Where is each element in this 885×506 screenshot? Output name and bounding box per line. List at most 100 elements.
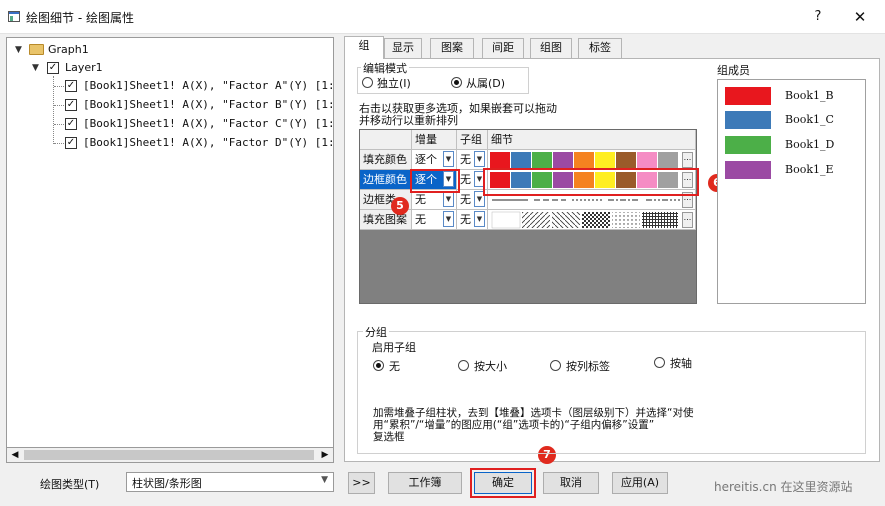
increment-cell[interactable]: 逐个 ▼ — [412, 150, 457, 170]
cancel-button[interactable]: 取消 — [543, 472, 599, 494]
help-button[interactable]: ? — [806, 6, 830, 28]
increment-value: 无 — [415, 193, 426, 206]
member-swatch — [725, 161, 771, 179]
radio-subgroup-none[interactable] — [373, 360, 384, 371]
ok-button[interactable]: 确定 — [474, 472, 532, 494]
plot-checkbox[interactable]: ✓ — [65, 137, 77, 149]
tree-node-plot[interactable]: [Book1]Sheet1! A(X), "Factor A"(Y) [1:4] — [83, 79, 333, 92]
scroll-thumb[interactable] — [24, 450, 314, 460]
plot-type-label: 绘图类型(T) — [40, 478, 100, 491]
radio-subgroup-size-label[interactable]: 按大小 — [474, 358, 507, 374]
ellipsis-button[interactable]: ... — [682, 212, 693, 228]
fill-pattern-preview[interactable]: ... — [488, 210, 696, 230]
radio-subgroup-column-label-text[interactable]: 按列标签 — [566, 358, 610, 374]
tree-guide-branch — [54, 105, 64, 106]
color-swatch — [595, 152, 615, 168]
grid-row-label-selected[interactable]: 边框颜色 — [360, 170, 412, 190]
layer-checkbox[interactable]: ✓ — [47, 62, 59, 74]
tree-node-layer[interactable]: Layer1 — [65, 61, 103, 74]
tree-node-plot[interactable]: [Book1]Sheet1! A(X), "Factor C"(Y) [1:4] — [83, 117, 333, 130]
tab-spacing[interactable]: 间距 — [482, 38, 524, 58]
color-swatch — [637, 152, 657, 168]
subgroup-value: 无 — [460, 173, 471, 186]
chevron-down-icon[interactable]: ▼ — [15, 45, 22, 55]
subgroup-note-3: 复选框 — [373, 431, 405, 443]
member-label[interactable]: Book1_C — [785, 113, 834, 126]
subgroup-title: 分组 — [363, 324, 389, 340]
plot-checkbox[interactable]: ✓ — [65, 80, 77, 92]
highlight-box-increment — [410, 169, 460, 193]
workbook-button[interactable]: 工作簿 — [388, 472, 462, 494]
fill-color-palette[interactable]: ... — [488, 150, 696, 170]
radio-subgroup-axis[interactable] — [654, 357, 665, 368]
color-swatch — [658, 152, 678, 168]
member-swatch — [725, 87, 771, 105]
window-title: 绘图细节 - 绘图属性 — [26, 11, 134, 25]
tab-display[interactable]: 显示 — [384, 38, 422, 58]
plot-checkbox[interactable]: ✓ — [65, 99, 77, 111]
radio-dependent[interactable] — [451, 77, 462, 88]
title-bar: 绘图细节 - 绘图属性 ? ✕ — [0, 0, 885, 34]
radio-subgroup-column-label[interactable] — [550, 360, 561, 371]
plot-checkbox[interactable]: ✓ — [65, 118, 77, 130]
tree-node-plot[interactable]: [Book1]Sheet1! A(X), "Factor D"(Y) [1:4] — [83, 136, 333, 149]
watermark: hereitis.cn 在这里资源站 — [714, 480, 853, 494]
subgroup-cell[interactable]: 无 ▼ — [457, 210, 488, 230]
members-title: 组成员 — [717, 64, 750, 77]
chevron-down-icon: ▼ — [321, 475, 328, 485]
radio-independent[interactable] — [362, 77, 373, 88]
chevron-down-icon[interactable]: ▼ — [443, 151, 454, 167]
ellipsis-button[interactable]: ... — [682, 152, 693, 168]
chevron-down-icon[interactable]: ▼ — [443, 211, 454, 227]
chevron-down-icon[interactable]: ▼ — [474, 211, 485, 227]
increment-cell[interactable]: 无 ▼ — [412, 210, 457, 230]
color-swatch — [532, 152, 552, 168]
tree-node-plot[interactable]: [Book1]Sheet1! A(X), "Factor B"(Y) [1:4] — [83, 98, 333, 111]
grid-header-detail: 细节 — [488, 130, 696, 150]
plot-type-value: 柱状图/条形图 — [132, 477, 202, 490]
color-swatch — [553, 152, 573, 168]
scroll-right-icon[interactable]: ▶ — [317, 448, 333, 462]
grid-header-increment: 增量 — [412, 130, 457, 150]
tree-horizontal-scrollbar[interactable]: ◀ ▶ — [6, 447, 334, 463]
pattern-preview — [491, 211, 678, 229]
chevron-down-icon[interactable]: ▼ — [474, 151, 485, 167]
member-label[interactable]: Book1_E — [785, 163, 834, 176]
chevron-down-icon[interactable]: ▼ — [32, 63, 39, 73]
enable-subgroup-label: 启用子组 — [372, 341, 416, 354]
apply-button[interactable]: 应用(A) — [612, 472, 668, 494]
tree-guide-branch — [54, 124, 64, 125]
members-list[interactable]: Book1_B Book1_C Book1_D Book1_E — [717, 79, 866, 304]
group-grid[interactable]: 增量 子组 细节 填充颜色 逐个 ▼ 无 ▼ ... 边框颜色 逐个 ▼ 无 ▼… — [359, 129, 697, 304]
subgroup-value: 无 — [460, 193, 471, 206]
color-swatch — [574, 152, 594, 168]
radio-subgroup-none-label[interactable]: 无 — [389, 358, 400, 374]
color-swatch — [511, 152, 531, 168]
edit-mode-title: 编辑模式 — [361, 60, 409, 76]
increment-cell[interactable]: 无 ▼ — [412, 190, 457, 210]
radio-subgroup-axis-label[interactable]: 按轴 — [670, 355, 692, 371]
subgroup-value: 无 — [460, 153, 471, 166]
scroll-left-icon[interactable]: ◀ — [7, 448, 23, 462]
close-button[interactable]: ✕ — [848, 6, 872, 28]
radio-independent-label[interactable]: 独立(I) — [377, 75, 411, 91]
expand-button[interactable]: >> — [348, 472, 375, 494]
tab-pattern[interactable]: 图案 — [430, 38, 474, 58]
radio-dependent-label[interactable]: 从属(D) — [466, 75, 505, 91]
grid-row-label[interactable]: 填充颜色 — [360, 150, 412, 170]
tab-label[interactable]: 标签 — [578, 38, 622, 58]
tab-group[interactable]: 组 — [344, 36, 384, 59]
subgroup-cell[interactable]: 无 ▼ — [457, 150, 488, 170]
subgroup-group — [357, 331, 866, 454]
app-icon — [8, 11, 20, 22]
member-label[interactable]: Book1_D — [785, 138, 834, 151]
grid-header-blank — [360, 130, 412, 150]
radio-subgroup-size[interactable] — [458, 360, 469, 371]
member-label[interactable]: Book1_B — [785, 89, 834, 102]
increment-value: 无 — [415, 213, 426, 226]
plot-type-select[interactable]: 柱状图/条形图 ▼ — [126, 472, 334, 492]
tab-group-plot[interactable]: 组图 — [530, 38, 572, 58]
plot-tree[interactable]: ▼ Graph1 ▼ ✓ Layer1 ✓ [Book1]Sheet1! A(X… — [6, 37, 334, 462]
chevron-down-icon[interactable]: ▼ — [443, 191, 454, 207]
tree-node-graph[interactable]: Graph1 — [48, 43, 89, 56]
